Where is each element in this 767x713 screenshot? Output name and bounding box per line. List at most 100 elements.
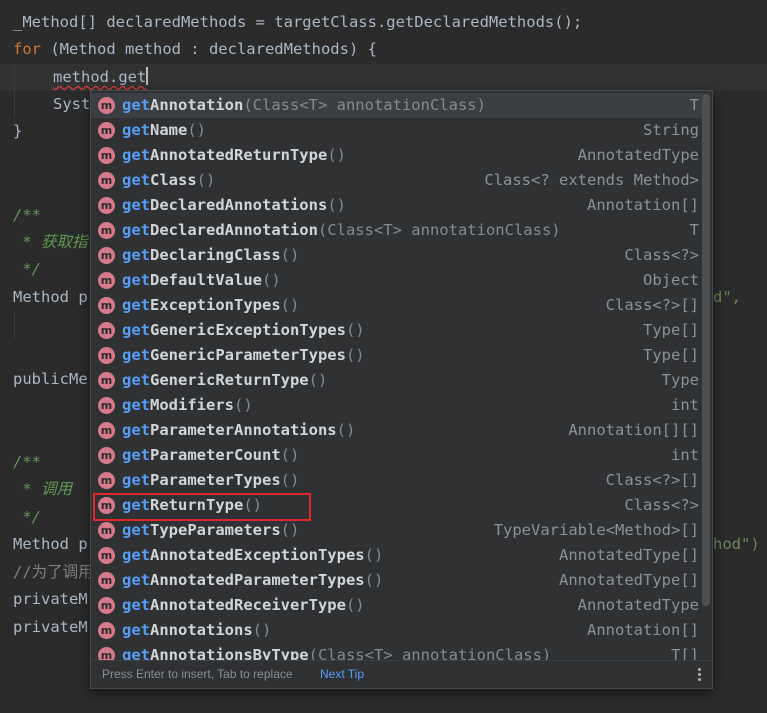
return-type: Class<? extends Method> bbox=[484, 171, 699, 189]
completion-item[interactable]: m getReturnType() Class<?> bbox=[91, 493, 703, 518]
method-icon: m bbox=[98, 497, 115, 514]
completion-item[interactable]: m getAnnotatedReturnType() AnnotatedType bbox=[91, 143, 703, 168]
completion-item[interactable]: m getAnnotatedReceiverType() AnnotatedType bbox=[91, 593, 703, 618]
method-name: AnnotatedReceiverType bbox=[150, 596, 346, 614]
code-line-current: method.get bbox=[53, 64, 149, 91]
keyword-for: for bbox=[13, 40, 41, 58]
code-line: /** bbox=[13, 202, 41, 229]
method-signature: getParameterTypes() bbox=[122, 468, 299, 493]
completion-item[interactable]: m getAnnotation(Class<T> annotationClass)… bbox=[91, 93, 703, 118]
code-text: } bbox=[13, 122, 23, 140]
method-signature: getParameterCount() bbox=[122, 443, 299, 468]
return-type: TypeVariable<Method>[] bbox=[493, 521, 699, 539]
completion-item[interactable]: m getAnnotations() Annotation[] bbox=[91, 618, 703, 643]
code-line: Syst bbox=[53, 91, 90, 118]
method-name: GenericReturnType bbox=[150, 371, 309, 389]
method-params: () bbox=[252, 621, 272, 639]
code-text: Method p bbox=[13, 535, 88, 553]
method-signature: getAnnotatedReturnType() bbox=[122, 143, 346, 168]
completion-item[interactable]: m getDeclaredAnnotation(Class<T> annotati… bbox=[91, 218, 703, 243]
method-name: GenericExceptionTypes bbox=[150, 321, 346, 339]
indent-guide bbox=[14, 312, 15, 338]
method-params: () bbox=[280, 446, 300, 464]
method-signature: getGenericExceptionTypes() bbox=[122, 318, 365, 343]
completion-item[interactable]: m getGenericExceptionTypes() Type[] bbox=[91, 318, 703, 343]
line-comment: //为了调用 bbox=[13, 563, 94, 581]
code-line: for (Method method : declaredMethods) { bbox=[13, 36, 377, 63]
code-line: publicMe bbox=[13, 366, 88, 393]
code-line: */ bbox=[13, 504, 41, 531]
method-icon: m bbox=[98, 347, 115, 364]
code-line: //为了调用 bbox=[13, 559, 94, 586]
code-line: _Method[] declaredMethods = targetClass.… bbox=[13, 9, 582, 36]
more-options-icon[interactable] bbox=[698, 668, 702, 682]
doc-comment: */ bbox=[13, 508, 41, 526]
completion-item[interactable]: m getAnnotatedExceptionTypes() AnnotatedTy… bbox=[91, 543, 703, 568]
completion-item[interactable]: m getDeclaringClass() Class<?> bbox=[91, 243, 703, 268]
completion-item[interactable]: m getDeclaredAnnotations() Annotation[] bbox=[91, 193, 703, 218]
method-params: () bbox=[308, 371, 328, 389]
text-caret bbox=[146, 67, 149, 85]
method-params: () bbox=[280, 246, 300, 264]
method-name: Annotation bbox=[150, 96, 244, 114]
method-icon: m bbox=[98, 172, 115, 189]
method-name: TypeParameters bbox=[150, 521, 281, 539]
completion-item[interactable]: m getClass() Class<? extends Method> bbox=[91, 168, 703, 193]
completion-item[interactable]: m getParameterTypes() Class<?>[] bbox=[91, 468, 703, 493]
method-icon: m bbox=[98, 547, 115, 564]
completion-item[interactable]: m getGenericReturnType() Type bbox=[91, 368, 703, 393]
indent-guide bbox=[14, 64, 15, 118]
method-name: ParameterCount bbox=[150, 446, 281, 464]
method-icon: m bbox=[98, 247, 115, 264]
doc-comment: * 调用 bbox=[13, 480, 82, 498]
completion-item[interactable]: m getModifiers() int bbox=[91, 393, 703, 418]
method-name: GenericParameterTypes bbox=[150, 346, 346, 364]
completion-item[interactable]: m getParameterCount() int bbox=[91, 443, 703, 468]
code-text: privateM bbox=[13, 618, 88, 636]
completion-list[interactable]: m getAnnotation(Class<T> annotationClass)… bbox=[91, 93, 703, 668]
return-type: Type[] bbox=[643, 346, 699, 364]
completion-item[interactable]: m getExceptionTypes() Class<?>[] bbox=[91, 293, 703, 318]
method-icon: m bbox=[98, 622, 115, 639]
method-signature: getGenericReturnType() bbox=[122, 368, 327, 393]
method-params: () bbox=[234, 396, 253, 414]
method-icon: m bbox=[98, 322, 115, 339]
method-signature: getParameterAnnotations() bbox=[122, 418, 355, 443]
next-tip-link[interactable]: Next Tip bbox=[320, 661, 364, 688]
completion-item[interactable]: m getAnnotatedParameterTypes() AnnotatedTy… bbox=[91, 568, 703, 593]
method-icon: m bbox=[98, 122, 115, 139]
scrollbar-thumb[interactable] bbox=[702, 94, 710, 606]
code-text: Method p bbox=[13, 288, 88, 306]
match-prefix: get bbox=[122, 171, 150, 189]
method-params: (Class<T> annotationClass) bbox=[243, 96, 486, 114]
completion-item[interactable]: m getParameterAnnotations() Annotation[][] bbox=[91, 418, 703, 443]
return-type: Class<?> bbox=[624, 246, 699, 264]
method-icon: m bbox=[98, 197, 115, 214]
method-signature: getAnnotations() bbox=[122, 618, 271, 643]
method-params: () bbox=[345, 321, 365, 339]
return-type: Class<?>[] bbox=[605, 471, 699, 489]
return-type: Type[] bbox=[643, 321, 699, 339]
method-icon: m bbox=[98, 447, 115, 464]
method-icon: m bbox=[98, 472, 115, 489]
completion-item[interactable]: m getTypeParameters() TypeVariable<Method>… bbox=[91, 518, 703, 543]
method-params: () bbox=[345, 596, 365, 614]
method-icon: m bbox=[98, 222, 115, 239]
completion-item[interactable]: m getName() String bbox=[91, 118, 703, 143]
code-completion-popup[interactable]: m getAnnotation(Class<T> annotationClass)… bbox=[90, 90, 713, 689]
method-icon: m bbox=[98, 372, 115, 389]
method-params: () bbox=[196, 171, 216, 189]
method-params: () bbox=[364, 571, 384, 589]
method-icon: m bbox=[98, 522, 115, 539]
method-signature: getAnnotation(Class<T> annotationClass) bbox=[122, 93, 486, 118]
method-params: () bbox=[280, 296, 300, 314]
match-prefix: get bbox=[122, 346, 150, 364]
return-type: int bbox=[671, 396, 699, 414]
string-literal: hod") bbox=[713, 535, 760, 553]
return-type: Annotation[][] bbox=[568, 421, 699, 439]
method-name: ExceptionTypes bbox=[150, 296, 281, 314]
completion-item[interactable]: m getGenericParameterTypes() Type[] bbox=[91, 343, 703, 368]
method-signature: getAnnotatedReceiverType() bbox=[122, 593, 365, 618]
completion-item[interactable]: m getDefaultValue() Object bbox=[91, 268, 703, 293]
method-params: () bbox=[327, 196, 346, 214]
